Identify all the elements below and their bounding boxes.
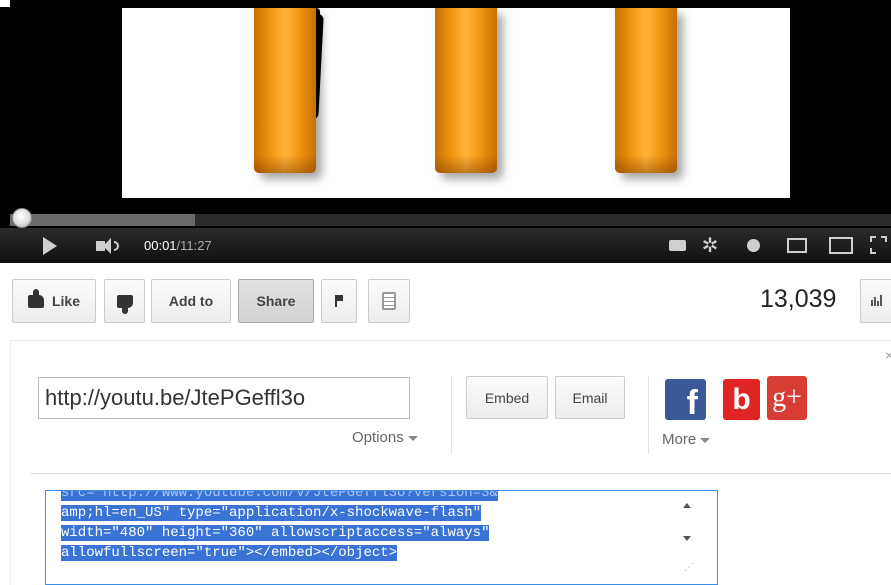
video-scene-bar	[615, 8, 677, 173]
google-plus-icon[interactable]: g+	[767, 376, 807, 420]
video-scene-bar	[254, 8, 316, 173]
scroll-down-icon[interactable]	[682, 533, 692, 543]
like-button[interactable]: Like	[12, 279, 96, 323]
more-label: More	[662, 431, 697, 448]
options-dropdown[interactable]: Options	[352, 429, 418, 446]
frame-edge	[0, 0, 10, 7]
fullscreen-icon[interactable]	[862, 228, 891, 263]
stats-icon	[870, 300, 873, 306]
chevron-down-icon	[700, 437, 711, 443]
add-to-button[interactable]: Add to	[151, 279, 231, 323]
large-player-icon[interactable]	[826, 228, 856, 263]
captions-icon[interactable]	[664, 228, 690, 263]
dislike-button[interactable]	[104, 279, 145, 323]
flag-icon	[335, 295, 343, 307]
play-icon[interactable]	[36, 228, 64, 263]
divider	[30, 473, 891, 474]
embed-button[interactable]: Embed	[466, 376, 548, 419]
email-label: Email	[572, 389, 608, 406]
current-time: 00:01	[144, 238, 177, 253]
chevron-down-icon	[407, 435, 418, 441]
share-button[interactable]: Share	[238, 279, 314, 323]
code-line: amp;hl=en_US" type="application/x-shockw…	[61, 505, 482, 521]
add-to-label: Add to	[168, 293, 214, 309]
share-url-input[interactable]	[38, 377, 410, 419]
view-count: 13,039	[760, 285, 837, 313]
video-scene-bar	[435, 8, 497, 173]
options-label: Options	[352, 429, 404, 446]
embed-label: Embed	[484, 389, 530, 406]
thumbs-down-icon	[116, 294, 133, 314]
code-line: src="http://www.youtube.com/v/JtePGeffl3…	[61, 491, 661, 503]
transcript-icon	[382, 292, 396, 310]
share-label: Share	[256, 293, 296, 309]
watch-later-icon[interactable]	[740, 228, 766, 263]
close-icon[interactable]: ×	[885, 347, 891, 363]
more-dropdown[interactable]: More	[662, 431, 711, 448]
duration: 11:27	[180, 238, 212, 253]
divider	[451, 376, 452, 454]
progress-loaded	[10, 214, 195, 226]
thumbs-up-icon	[27, 288, 44, 308]
stats-button[interactable]	[860, 279, 891, 323]
divider	[648, 376, 649, 454]
like-label: Like	[51, 293, 80, 309]
transcript-button[interactable]	[368, 279, 410, 323]
code-line: width="480" height="360" allowscriptacce…	[61, 525, 490, 541]
video-frame[interactable]	[122, 8, 790, 198]
facebook-icon[interactable]: f	[665, 379, 706, 420]
flag-button[interactable]	[321, 279, 357, 323]
small-player-icon[interactable]	[783, 228, 811, 263]
progress-bar[interactable]	[10, 214, 891, 226]
email-button[interactable]: Email	[555, 376, 625, 419]
gear-icon[interactable]: ✲	[697, 228, 723, 263]
embed-code-text: src="http://www.youtube.com/v/JtePGeffl3…	[61, 491, 661, 563]
time-display: 00:01 / 11:27	[144, 228, 212, 263]
video-player[interactable]: 00:01 / 11:27 ✲	[0, 0, 891, 263]
bebo-icon[interactable]: b	[723, 379, 760, 420]
code-line: allowfullscreen="true"></embed></object>	[61, 545, 398, 561]
embed-code-textarea[interactable]: src="http://www.youtube.com/v/JtePGeffl3…	[45, 490, 718, 585]
player-controls: 00:01 / 11:27 ✲	[0, 228, 891, 263]
resize-grip-icon[interactable]: ⋰	[684, 562, 694, 573]
scrubber-handle[interactable]	[12, 208, 32, 228]
scroll-up-icon[interactable]	[682, 500, 692, 510]
volume-icon[interactable]	[92, 228, 122, 263]
